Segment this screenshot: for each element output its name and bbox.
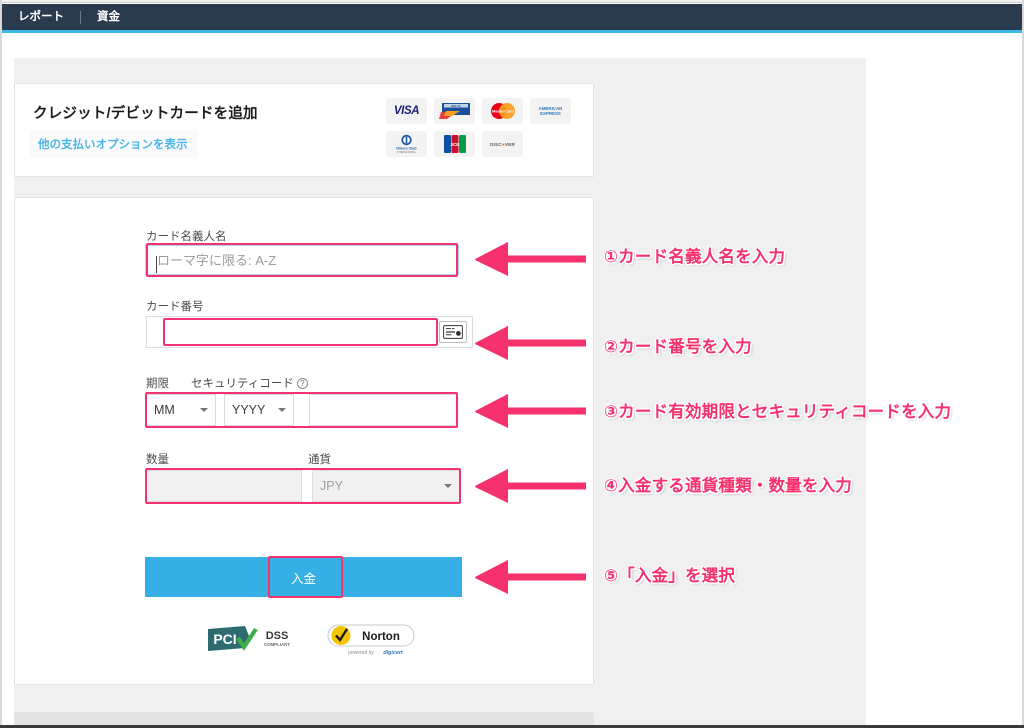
currency-select[interactable]: JPY (312, 470, 460, 502)
svg-text:Diners Club: Diners Club (396, 147, 417, 151)
card-number-field[interactable] (146, 316, 473, 348)
show-other-payment-options-button[interactable]: 他の支払いオプションを表示 (29, 130, 197, 158)
nav-item-reports[interactable]: レポート (2, 3, 80, 32)
norton-badge: Norton powered by digicert (327, 623, 415, 657)
svg-text:PCI: PCI (213, 631, 236, 647)
top-navigation-bar: レポート 資金 (2, 4, 1022, 33)
chevron-down-icon (278, 408, 286, 412)
svg-text:JCB: JCB (450, 142, 460, 147)
expiry-label: 期限 (146, 378, 169, 390)
cardholder-name-field[interactable] (148, 247, 456, 273)
annotation-4: ④入金する通貨種類・数量を入力 (604, 477, 852, 495)
page-footer-strip (14, 712, 594, 725)
arrow-4 (470, 465, 590, 512)
svg-text:digicert: digicert (383, 650, 403, 656)
window-left-edge (0, 0, 2, 728)
arrow-2 (470, 322, 590, 369)
text-caret (156, 256, 157, 273)
currency-label: 通貨 (308, 454, 331, 466)
annotation-3: ③カード有効期限とセキュリティコードを入力 (604, 403, 952, 421)
amount-field[interactable] (146, 470, 302, 502)
svg-text:Norton: Norton (362, 631, 400, 643)
diners-club-logo: Diners Club INTERNATIONAL (386, 131, 427, 157)
app-window: レポート 資金 クレジット/デビットカードを追加 他の支払いオプションを表示 V… (0, 0, 1024, 728)
svg-text:DELTA: DELTA (451, 104, 461, 108)
chevron-down-icon (444, 484, 452, 488)
arrow-3 (470, 390, 590, 437)
cardholder-name-label: カード名義人名 (146, 231, 227, 243)
security-code-input[interactable] (310, 395, 456, 425)
credit-card-icon[interactable] (439, 321, 467, 343)
question-mark-circle-icon[interactable]: ? (296, 378, 308, 390)
currency-value: JPY (320, 479, 343, 493)
svg-text:DSS: DSS (266, 630, 289, 642)
svg-text:powered by: powered by (348, 650, 374, 656)
card-number-label: カード番号 (146, 301, 204, 313)
svg-text:COMPLIANT: COMPLIANT (264, 642, 290, 647)
amount-label: 数量 (146, 454, 169, 466)
svg-text:INTERNATIONAL: INTERNATIONAL (397, 151, 417, 154)
delta-logo: DELTA (434, 98, 475, 124)
arrow-5 (470, 556, 590, 603)
right-white-margin (866, 36, 1022, 725)
security-badges: PCI DSS COMPLIANT Norton powered by digi… (205, 620, 415, 660)
expiry-year-select[interactable]: YYYY (224, 394, 294, 426)
svg-text:MasterCard: MasterCard (492, 109, 515, 114)
expiry-year-value: YYYY (232, 403, 266, 417)
card-brand-logos: VISA DELTA MasterCard AMERICAN EXPRESS D… (386, 98, 581, 164)
add-card-header-panel: クレジット/デビットカードを追加 他の支払いオプションを表示 VISA DELT… (14, 83, 594, 177)
card-number-input[interactable] (147, 317, 433, 347)
cardholder-name-input[interactable] (149, 248, 455, 272)
window-top-edge (0, 0, 1024, 3)
deposit-button[interactable]: 入金 (145, 557, 462, 597)
jcb-logo: JCB (434, 131, 475, 157)
arrow-1 (470, 238, 590, 285)
chevron-down-icon (200, 408, 208, 412)
security-code-field[interactable] (309, 394, 457, 426)
amount-input[interactable] (147, 471, 301, 501)
security-code-label: セキュリティコード (191, 378, 294, 390)
amex-logo: AMERICAN EXPRESS (530, 98, 571, 124)
expiry-month-value: MM (154, 403, 175, 417)
discover-logo: DISC●VER (482, 131, 523, 157)
nav-item-funds[interactable]: 資金 (81, 3, 136, 32)
expiry-month-select[interactable]: MM (146, 394, 216, 426)
security-code-label-wrap: セキュリティコード? (191, 375, 308, 391)
annotation-1: ①カード名義人名を入力 (604, 248, 786, 266)
annotation-2: ②カード番号を入力 (604, 338, 752, 356)
mastercard-logo: MasterCard (482, 98, 523, 124)
visa-logo: VISA (386, 98, 427, 124)
pci-dss-badge: PCI DSS COMPLIANT (205, 623, 303, 657)
annotation-5: ⑤「入金」を選択 (604, 567, 736, 585)
page-title: クレジット/デビットカードを追加 (33, 106, 258, 122)
